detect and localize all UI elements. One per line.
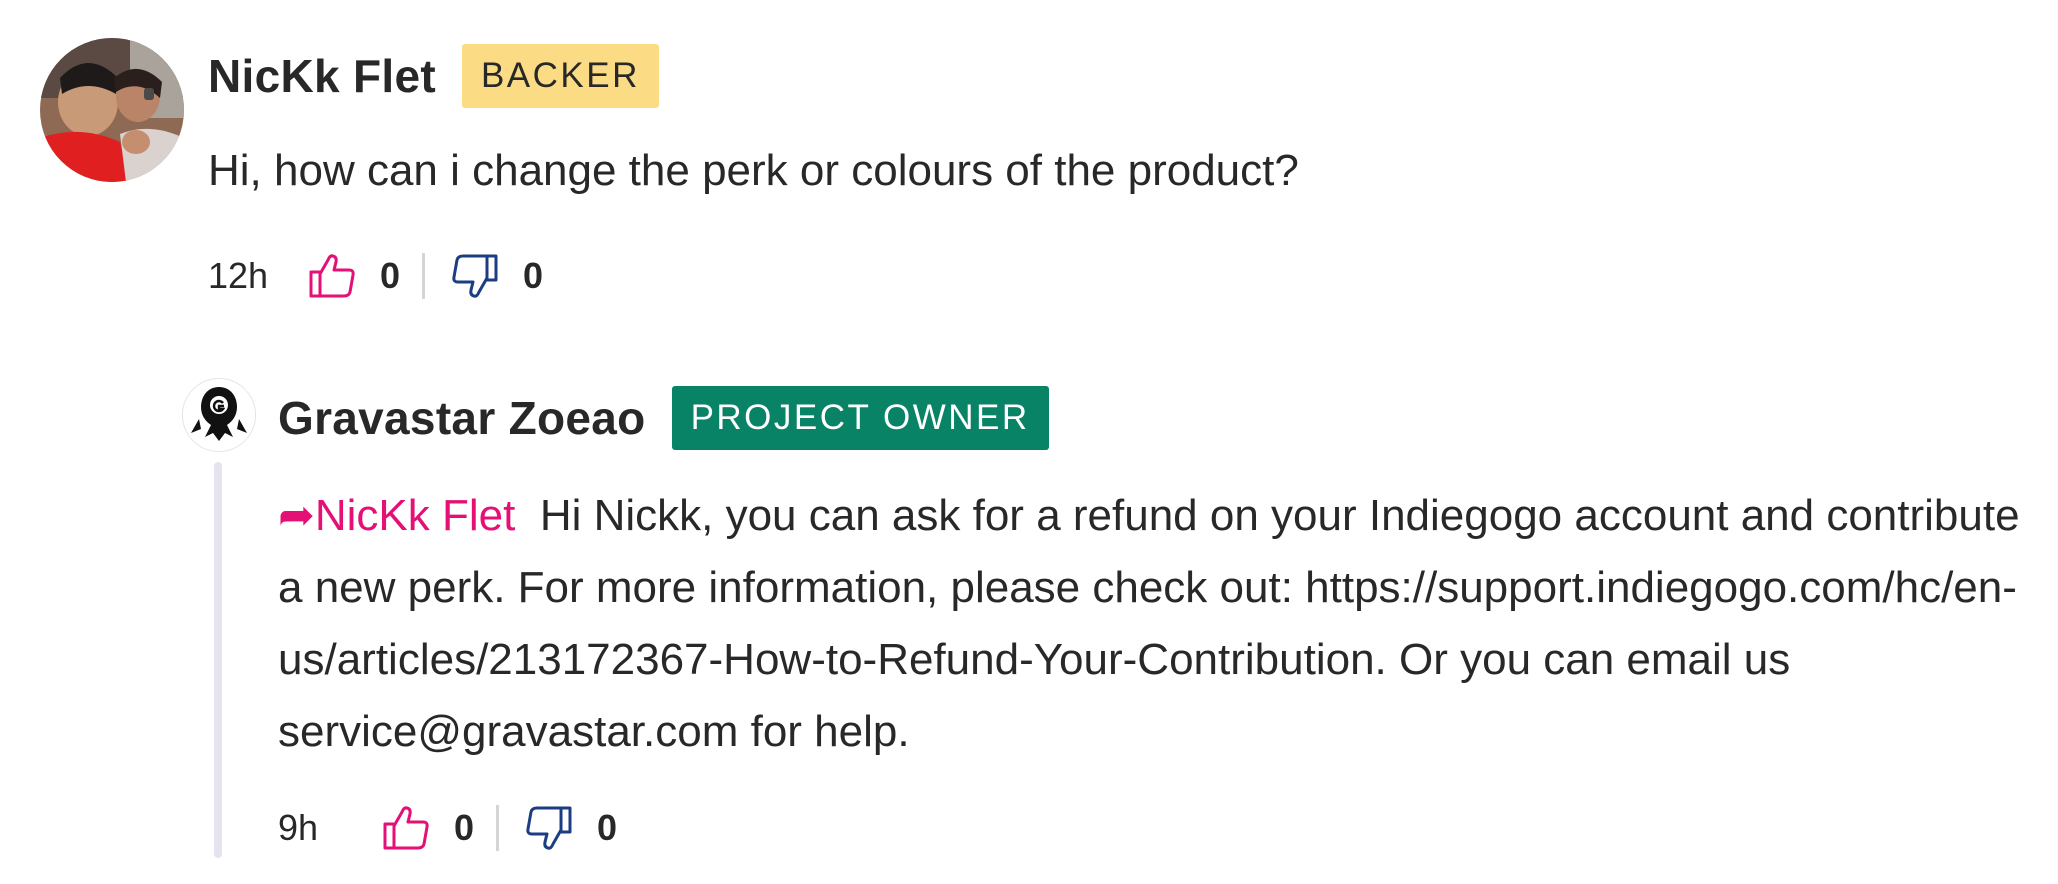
upvote-count: 0	[380, 255, 401, 296]
comment-timestamp: 12h	[208, 255, 269, 296]
backer-badge: BACKER	[461, 44, 659, 108]
reply-text-block: ➦NicKk Flet Hi Nickk, you can ask for a …	[278, 480, 2048, 768]
upvote-count: 0	[454, 807, 475, 848]
vote-divider	[422, 253, 426, 299]
reply-text: Hi Nickk, you can ask for a refund on yo…	[278, 491, 2020, 756]
reply-header: Gravastar Zoeao PROJECT OWNER	[278, 386, 1049, 450]
downvote-count: 0	[523, 255, 544, 296]
vote-divider	[496, 805, 500, 851]
downvote-button[interactable]: 0	[523, 802, 617, 854]
thumbs-up-icon	[309, 254, 355, 298]
reply-arrow-icon: ➦	[278, 491, 315, 540]
thumbs-down-icon	[526, 806, 572, 850]
user-avatar[interactable]	[40, 38, 184, 182]
comment-header: NicKk Flet BACKER	[208, 44, 659, 108]
reply-timestamp: 9h	[278, 807, 319, 848]
project-owner-badge: PROJECT OWNER	[671, 386, 1049, 450]
upvote-button[interactable]: 0	[306, 250, 400, 302]
thumbs-down-icon	[452, 254, 498, 298]
reply-actions: 9h 0 0	[278, 798, 617, 858]
mention-link[interactable]: NicKk Flet	[315, 491, 515, 540]
thumbs-up-icon	[383, 806, 429, 850]
thread-line	[214, 462, 222, 858]
reply-author-name[interactable]: Gravastar Zoeao	[278, 391, 646, 445]
downvote-count: 0	[597, 807, 618, 848]
upvote-button[interactable]: 0	[380, 802, 474, 854]
downvote-button[interactable]: 0	[449, 250, 543, 302]
comment-author-name[interactable]: NicKk Flet	[208, 49, 436, 103]
owner-avatar[interactable]	[182, 378, 256, 452]
comment-actions: 12h 0 0	[208, 246, 543, 306]
comment-text: Hi, how can i change the perk or colours…	[208, 146, 1299, 195]
